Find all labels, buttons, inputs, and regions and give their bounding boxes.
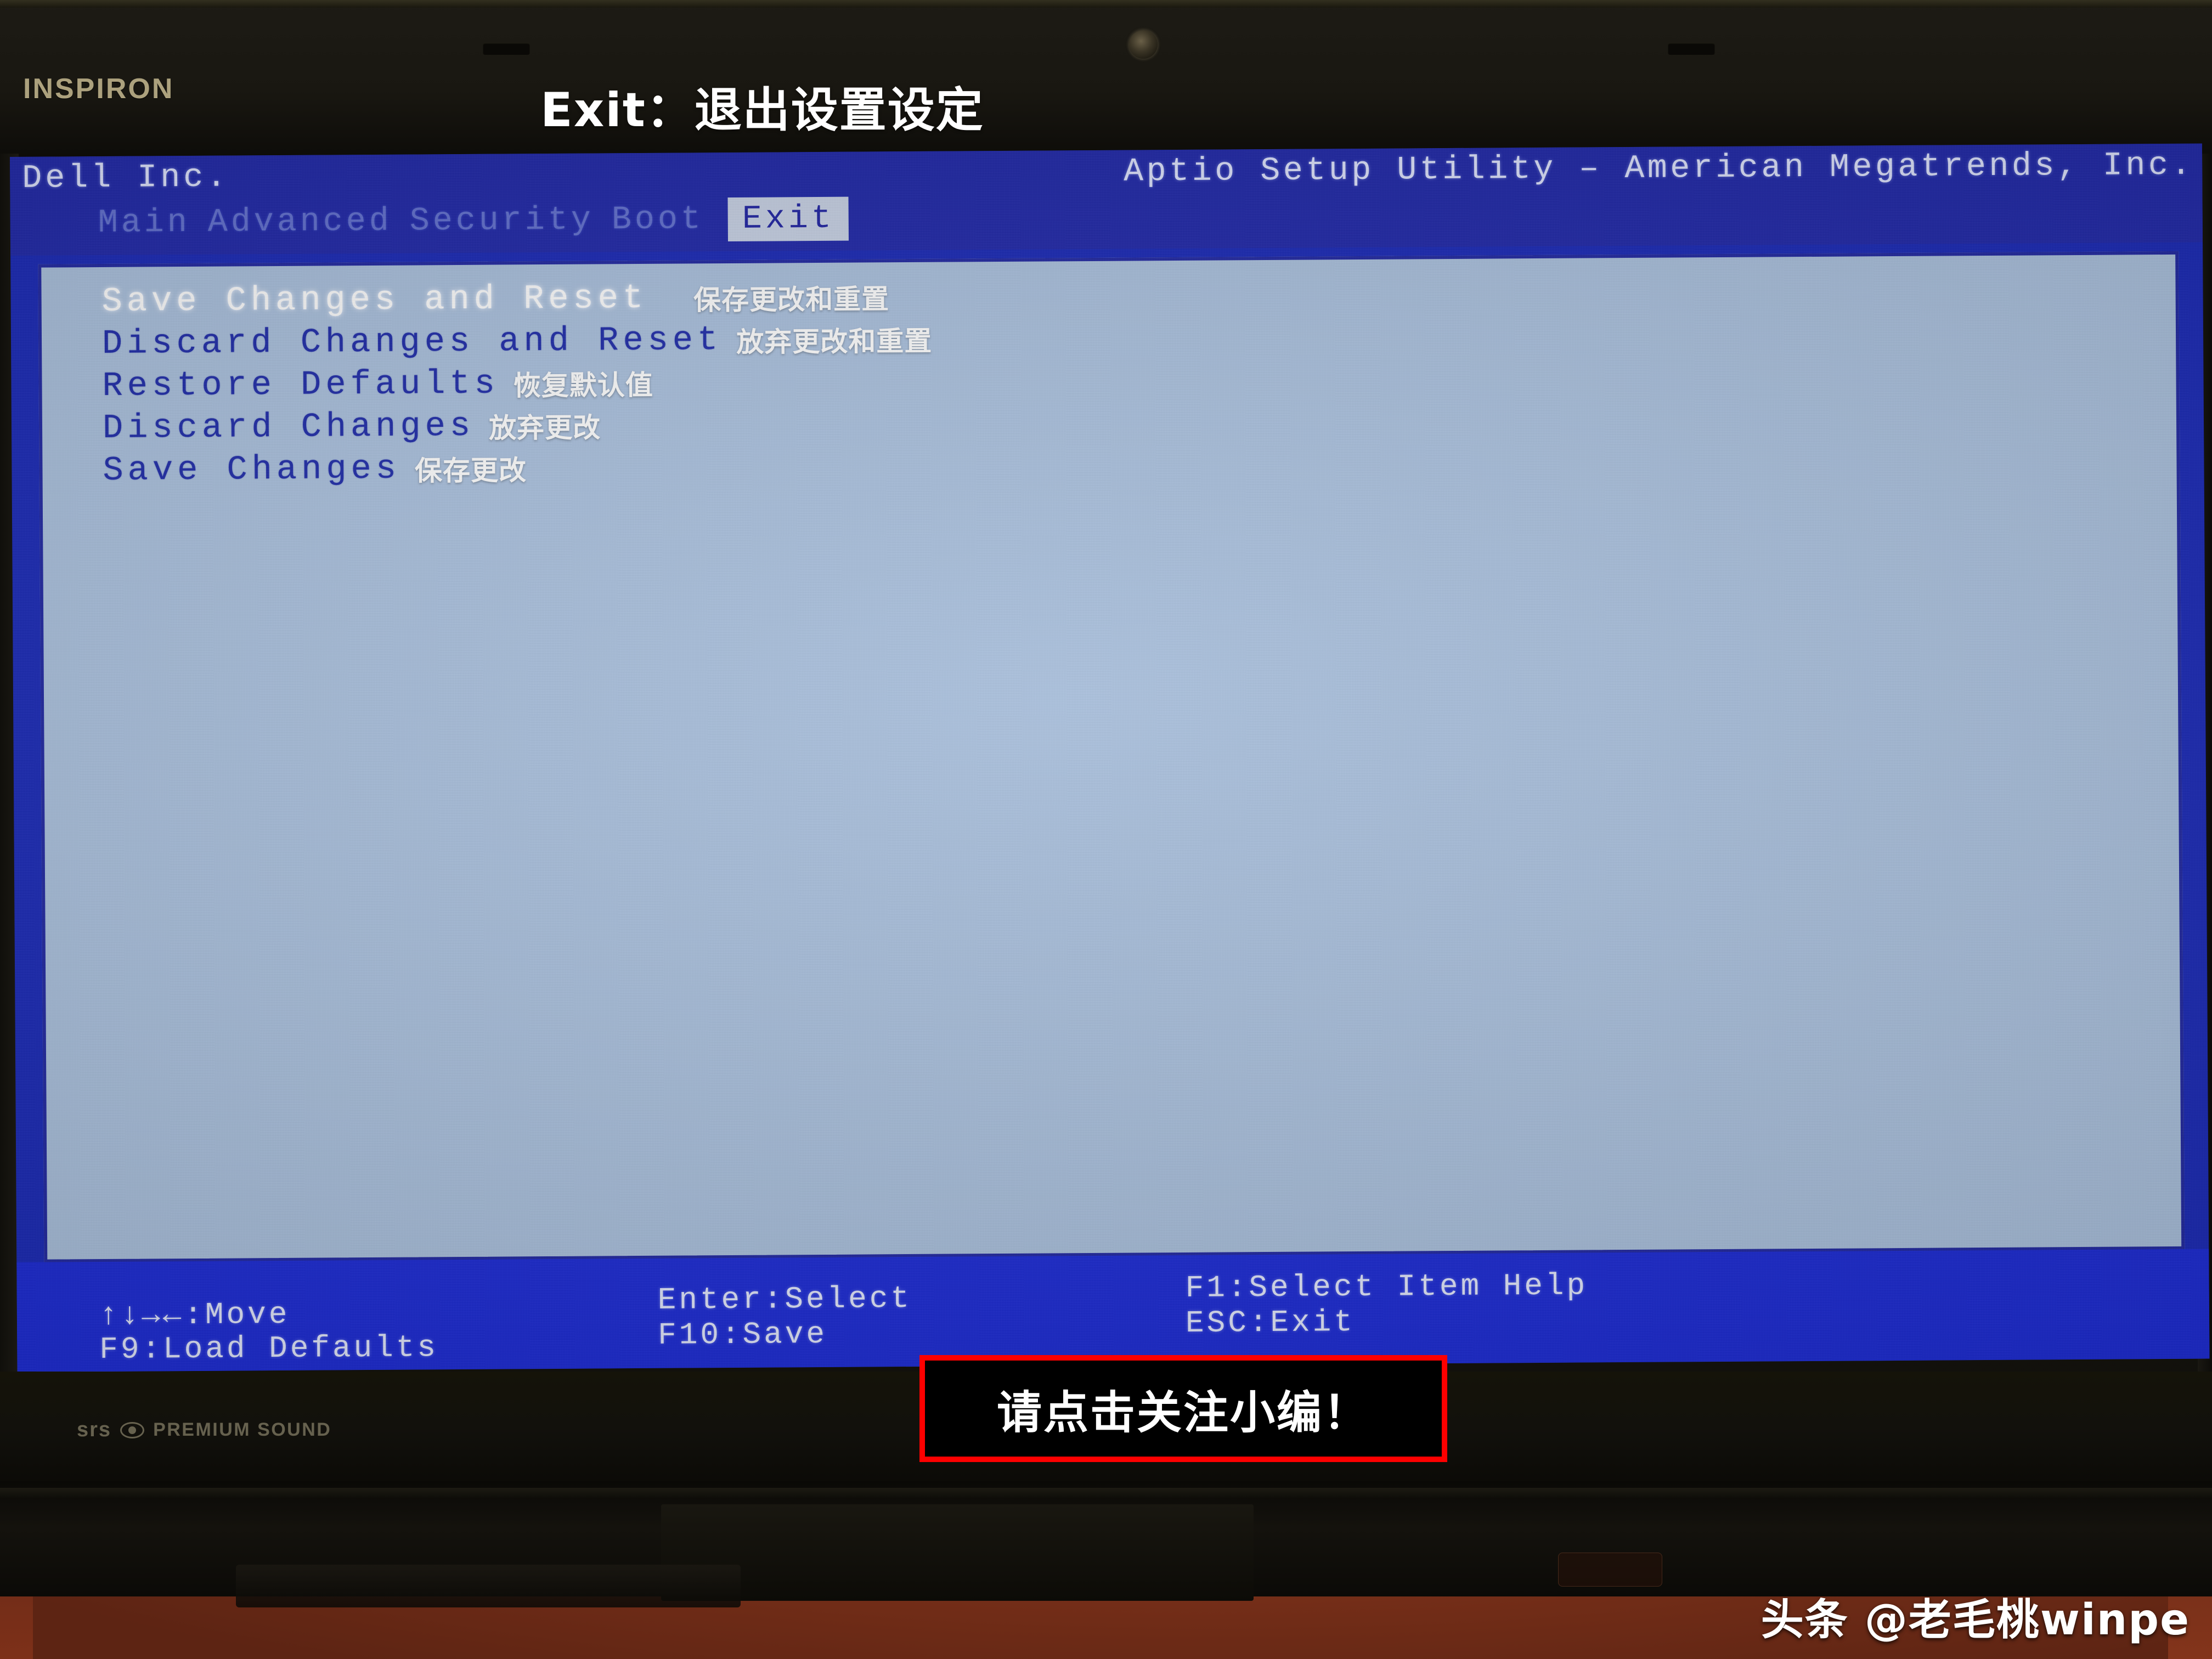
srs-premium-sound-badge: srs PREMIUM SOUND bbox=[77, 1418, 331, 1442]
microphone-slot-right bbox=[1668, 43, 1715, 55]
laptop-chassis: INSPIRON Dell Inc. Aptio Setup Utility –… bbox=[0, 0, 2212, 1607]
bios-utility-title: Aptio Setup Utility – American Megatrend… bbox=[1123, 146, 2194, 191]
bios-content-panel: Save Changes and Reset 保存更改和重置 Discard C… bbox=[38, 251, 2185, 1263]
webcam-icon bbox=[1129, 30, 1158, 59]
inspiron-logo: INSPIRON bbox=[23, 73, 174, 105]
menu-item-annotation: 放弃更改 bbox=[488, 411, 601, 444]
follow-cta-label: 请点击关注小编！ bbox=[996, 1387, 1370, 1439]
bios-help-footer: ↑↓→←:Move F9:Load Defaults Enter:Select … bbox=[16, 1249, 2210, 1372]
menu-item-annotation: 放弃更改和重置 bbox=[736, 325, 933, 358]
menu-item-label: Restore Defaults bbox=[102, 364, 500, 405]
tab-advanced[interactable]: Advanced bbox=[208, 200, 410, 245]
tab-security[interactable]: Security bbox=[410, 198, 612, 243]
menu-item-label: Discard Changes and Reset bbox=[101, 320, 723, 363]
help-key-load-defaults: F9:Load Defaults bbox=[99, 1330, 439, 1368]
menu-item-label: Save Changes and Reset bbox=[101, 278, 648, 321]
bios-vendor-label: Dell Inc. bbox=[22, 159, 230, 198]
hinge-center-block bbox=[661, 1504, 1254, 1601]
menu-item-label: Discard Changes bbox=[102, 406, 475, 448]
menu-item-annotation: 保存更改 bbox=[414, 454, 527, 487]
watermark: 头条 @老毛桃winpe bbox=[1760, 1595, 2190, 1645]
help-key-f1-help: F1:Select Item Help bbox=[1185, 1268, 1588, 1306]
tab-exit[interactable]: Exit bbox=[727, 196, 849, 242]
microphone-slot-left bbox=[483, 43, 530, 55]
laptop-photo: INSPIRON Dell Inc. Aptio Setup Utility –… bbox=[0, 0, 2212, 1659]
help-key-f10-save: F10:Save bbox=[657, 1316, 828, 1353]
help-key-esc-exit: ESC:Exit bbox=[1185, 1305, 1356, 1341]
menu-item-annotation: 恢复默认值 bbox=[513, 369, 654, 402]
srs-brand-label: srs bbox=[77, 1418, 112, 1441]
help-key-enter-select: Enter:Select bbox=[657, 1280, 912, 1318]
bios-tab-bar: Main Advanced Security Boot Exit bbox=[98, 196, 849, 246]
help-key-move: ↑↓→←:Move bbox=[99, 1296, 290, 1334]
desk-sticker bbox=[1558, 1553, 1662, 1587]
tab-boot[interactable]: Boot bbox=[612, 198, 722, 242]
page-title: Exit：退出设置设定 bbox=[540, 83, 984, 138]
menu-item-label: Save Changes bbox=[103, 449, 401, 490]
bios-header-bar: Dell Inc. Aptio Setup Utility – American… bbox=[10, 143, 2203, 256]
bezel-hairline bbox=[0, 0, 2212, 8]
hinge-highlight-strip bbox=[0, 1488, 2212, 1498]
menu-item-annotation: 保存更改和重置 bbox=[693, 283, 890, 316]
screen-top-bezel: INSPIRON bbox=[0, 0, 2212, 165]
srs-sublabel: PREMIUM SOUND bbox=[153, 1419, 332, 1440]
tab-main[interactable]: Main bbox=[98, 201, 208, 245]
keyboard-shadow bbox=[236, 1565, 741, 1607]
bios-screen: Dell Inc. Aptio Setup Utility – American… bbox=[10, 143, 2210, 1372]
follow-cta-box[interactable]: 请点击关注小编！ bbox=[919, 1355, 1447, 1462]
srs-mark-icon bbox=[120, 1421, 145, 1438]
